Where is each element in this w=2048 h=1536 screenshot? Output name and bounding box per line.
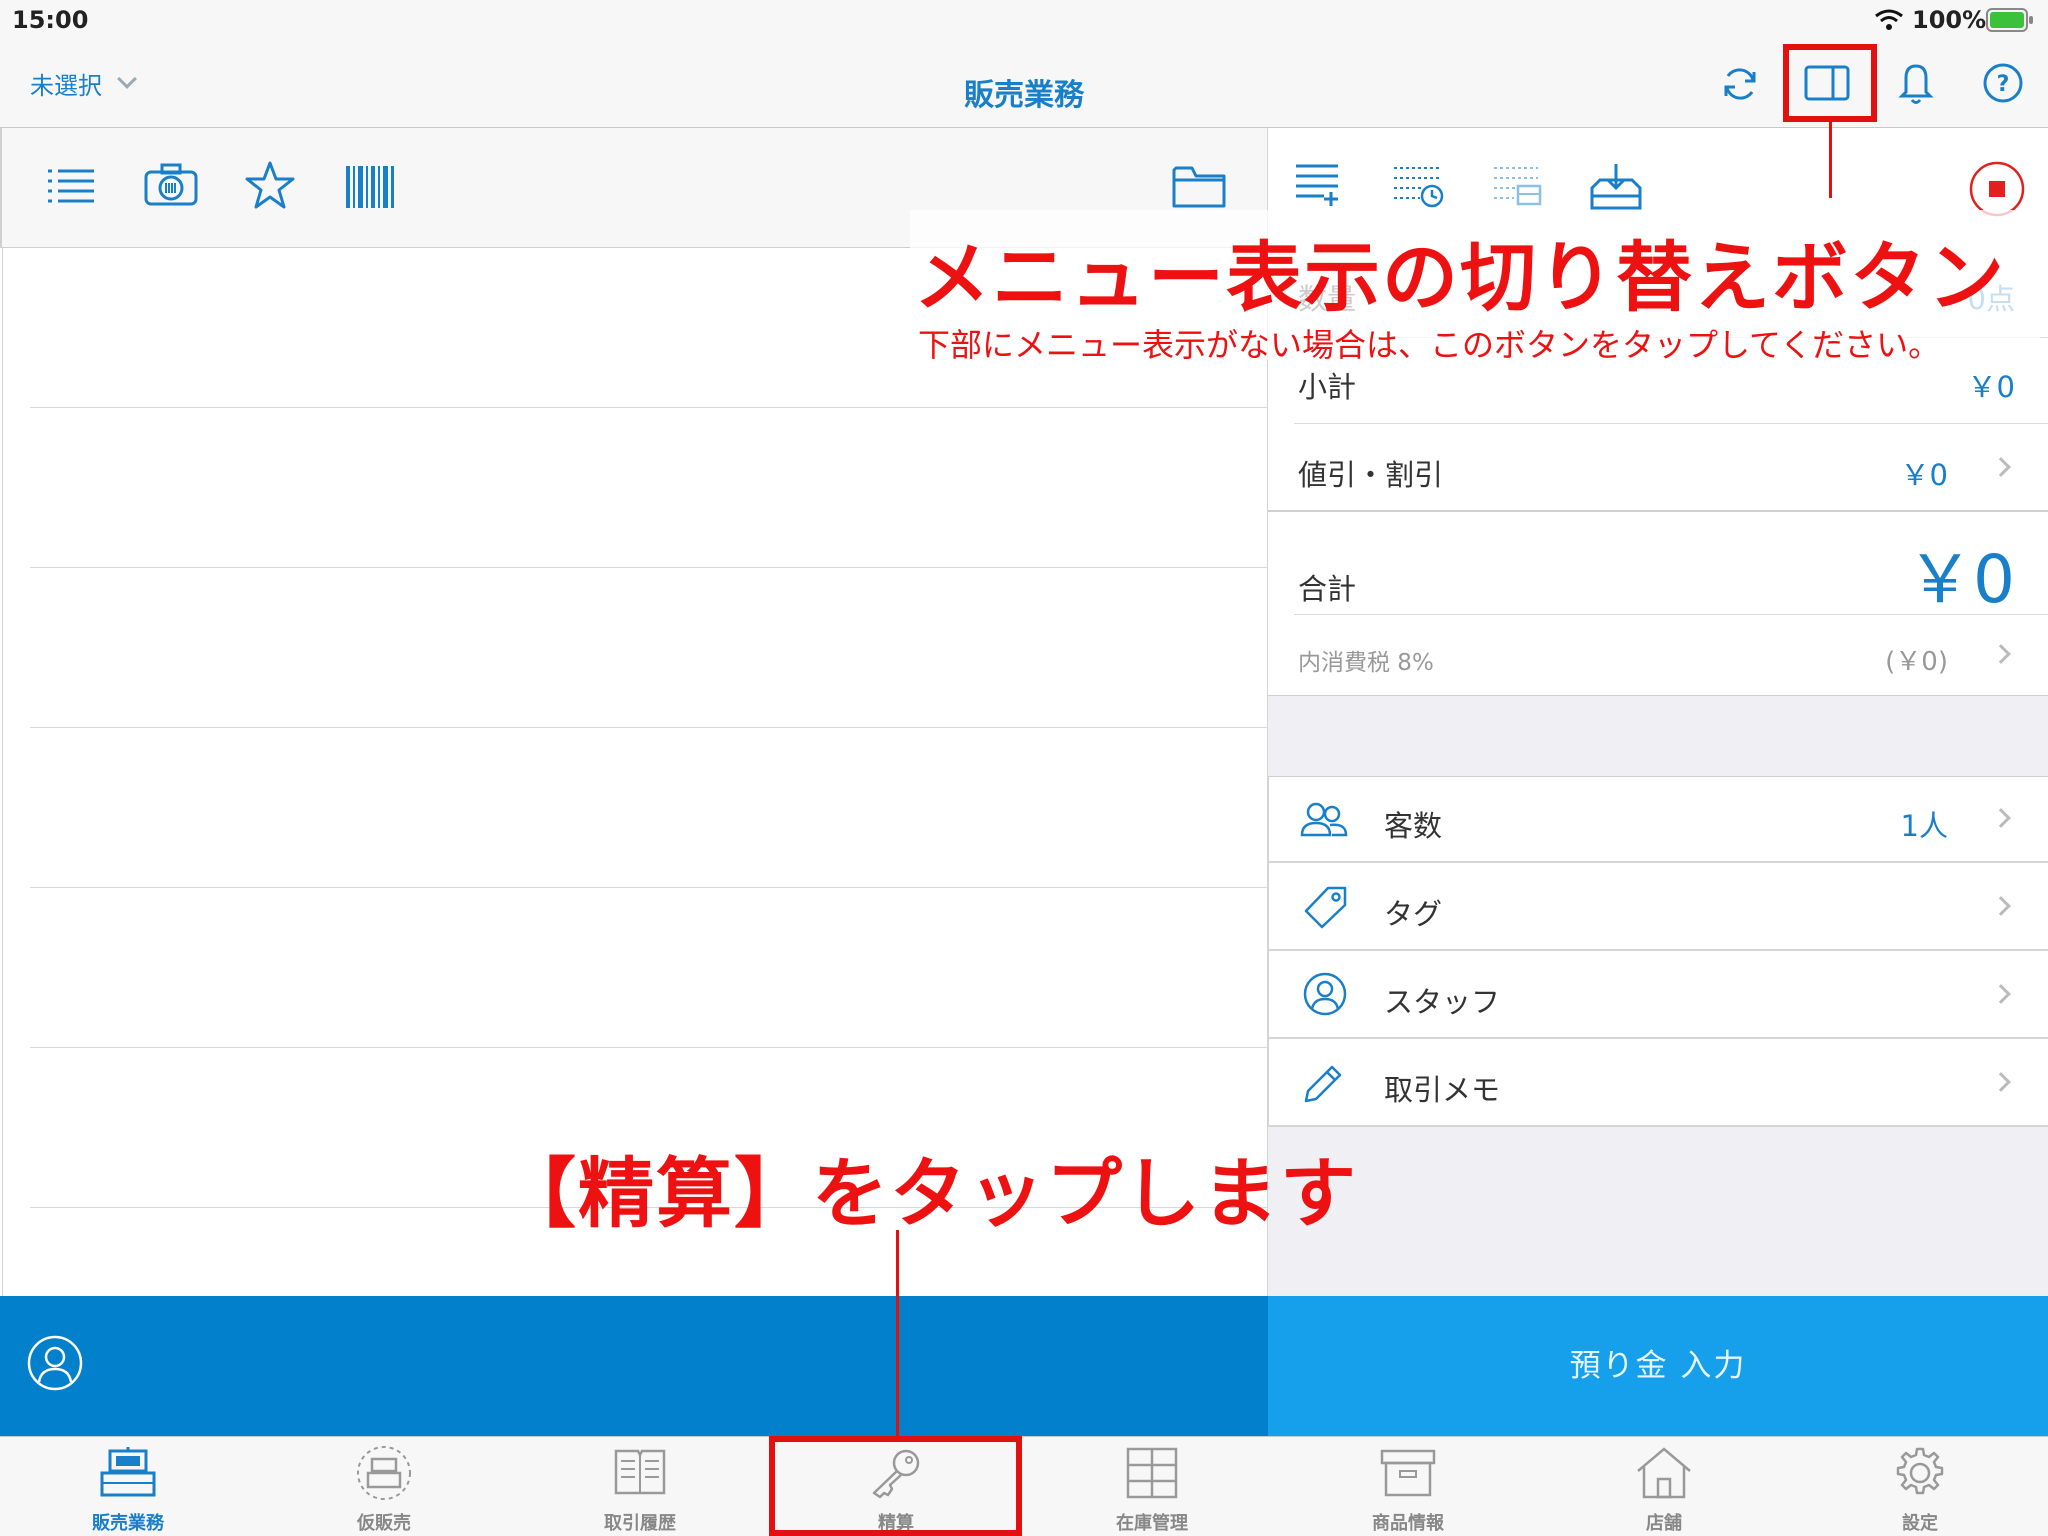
discount-value: ￥0 <box>1900 458 1948 492</box>
tab-label: 取引履歴 <box>604 1513 676 1534</box>
tab-provisional-sales[interactable]: 仮販売 <box>256 1437 512 1536</box>
held-list-clock-icon[interactable] <box>1392 164 1444 208</box>
option-label: スタッフ <box>1384 985 1501 1019</box>
annotation-menu-toggle-note: 下部にメニュー表示がない場合は、このボタンをタップしてください。 <box>918 326 1941 364</box>
camera-barcode-icon[interactable] <box>144 162 198 206</box>
pencil-icon <box>1304 1065 1342 1103</box>
transaction-memo-row[interactable]: 取引メモ <box>1268 1039 2048 1127</box>
wifi-icon <box>1875 9 1903 30</box>
divider <box>1268 510 2048 512</box>
folder-icon[interactable] <box>1172 164 1226 208</box>
history-book-icon <box>614 1449 666 1495</box>
tab-sales[interactable]: 販売業務 <box>0 1437 256 1536</box>
chevron-right-icon <box>1991 644 2011 664</box>
customer-avatar-icon[interactable] <box>26 1334 84 1392</box>
chevron-right-icon <box>1991 984 2011 1004</box>
add-line-icon[interactable] <box>1294 162 1340 208</box>
annotation-highlight-toggle <box>1783 44 1877 122</box>
chevron-right-icon <box>1991 457 2011 477</box>
tab-label: 在庫管理 <box>1116 1513 1188 1534</box>
tag-row[interactable]: タグ <box>1268 863 2048 951</box>
discount-label: 値引・割引 <box>1298 458 1444 492</box>
status-bar: 15:00 100% <box>0 0 2048 40</box>
tag-icon <box>1304 886 1347 929</box>
sync-icon[interactable] <box>1720 64 1760 104</box>
annotation-pointer-line <box>1829 122 1832 198</box>
customer-bar <box>0 1296 1268 1436</box>
customers-icon <box>1300 802 1348 837</box>
staff-icon <box>1303 972 1347 1016</box>
chevron-right-icon <box>1991 1072 2011 1092</box>
subtotal-label: 小計 <box>1298 370 1357 404</box>
section-spacer <box>1268 1127 2048 1296</box>
option-value: 1人 <box>1900 809 1948 843</box>
tab-bar: 販売業務 仮販売 取引履歴 精算 在庫管理 商品情報 店舗 設定 <box>0 1436 2048 1536</box>
store-house-icon <box>1637 1447 1691 1499</box>
tab-settings[interactable]: 設定 <box>1792 1437 2048 1536</box>
svg-text:?: ? <box>1997 72 2010 97</box>
tab-transaction-history[interactable]: 取引履歴 <box>512 1437 768 1536</box>
tab-label: 店舗 <box>1646 1513 1682 1534</box>
battery-icon <box>1986 8 2033 32</box>
option-label: 客数 <box>1384 809 1443 843</box>
list-divider <box>30 727 1268 728</box>
battery-percent: 100% <box>1912 6 1987 34</box>
tab-product-info[interactable]: 商品情報 <box>1280 1437 1536 1536</box>
tab-store[interactable]: 店舗 <box>1536 1437 1792 1536</box>
staff-row[interactable]: スタッフ <box>1268 951 2048 1039</box>
annotation-pointer-line <box>896 1230 899 1438</box>
list-divider <box>30 567 1268 568</box>
star-favorite-icon[interactable] <box>244 160 296 210</box>
discount-row[interactable]: 値引・割引 ￥0 <box>1268 424 2048 510</box>
list-icon[interactable] <box>46 166 96 206</box>
customer-count-row[interactable]: 客数 1人 <box>1268 777 2048 863</box>
nav-bar: 未選択 販売業務 ? <box>0 40 2048 128</box>
tab-inventory[interactable]: 在庫管理 <box>1024 1437 1280 1536</box>
barcode-icon[interactable] <box>344 166 396 208</box>
chevron-right-icon <box>1991 808 2011 828</box>
annotation-highlight-settlement <box>769 1436 1022 1536</box>
product-box-icon <box>1380 1449 1436 1497</box>
provisional-register-icon <box>357 1446 411 1500</box>
tax-row[interactable]: 内消費税 8% (￥0) <box>1268 615 2048 695</box>
total-value: ￥0 <box>1907 541 2015 618</box>
subtotal-value: ￥0 <box>1967 370 2015 404</box>
help-icon[interactable]: ? <box>1982 62 2024 104</box>
annotation-menu-toggle-title: メニュー表示の切り替えボタン <box>914 233 2006 322</box>
total-label: 合計 <box>1298 572 1357 606</box>
option-label: タグ <box>1384 897 1443 931</box>
held-list-box-icon[interactable] <box>1492 164 1542 208</box>
tab-label: 仮販売 <box>357 1513 411 1534</box>
list-divider <box>30 1047 1268 1048</box>
tax-label: 内消費税 8% <box>1298 650 1434 676</box>
register-icon <box>100 1447 156 1497</box>
option-label: 取引メモ <box>1384 1073 1501 1107</box>
bell-icon[interactable] <box>1898 60 1934 106</box>
tab-label: 販売業務 <box>92 1513 164 1534</box>
gear-icon <box>1896 1447 1944 1495</box>
download-tray-icon[interactable] <box>1588 162 1644 212</box>
section-spacer <box>1268 695 2048 777</box>
tab-label: 設定 <box>1902 1513 1938 1534</box>
deposit-input-button[interactable]: 預り金 入力 <box>1268 1296 2048 1436</box>
chevron-right-icon <box>1991 896 2011 916</box>
clock: 15:00 <box>12 6 89 34</box>
list-divider <box>30 407 1268 408</box>
tab-label: 商品情報 <box>1372 1513 1444 1534</box>
list-divider <box>30 887 1268 888</box>
inventory-icon <box>1126 1447 1178 1499</box>
tax-value: (￥0) <box>1885 647 1948 677</box>
annotation-settle-instruction: 【精算】をタップします <box>500 1149 1358 1238</box>
